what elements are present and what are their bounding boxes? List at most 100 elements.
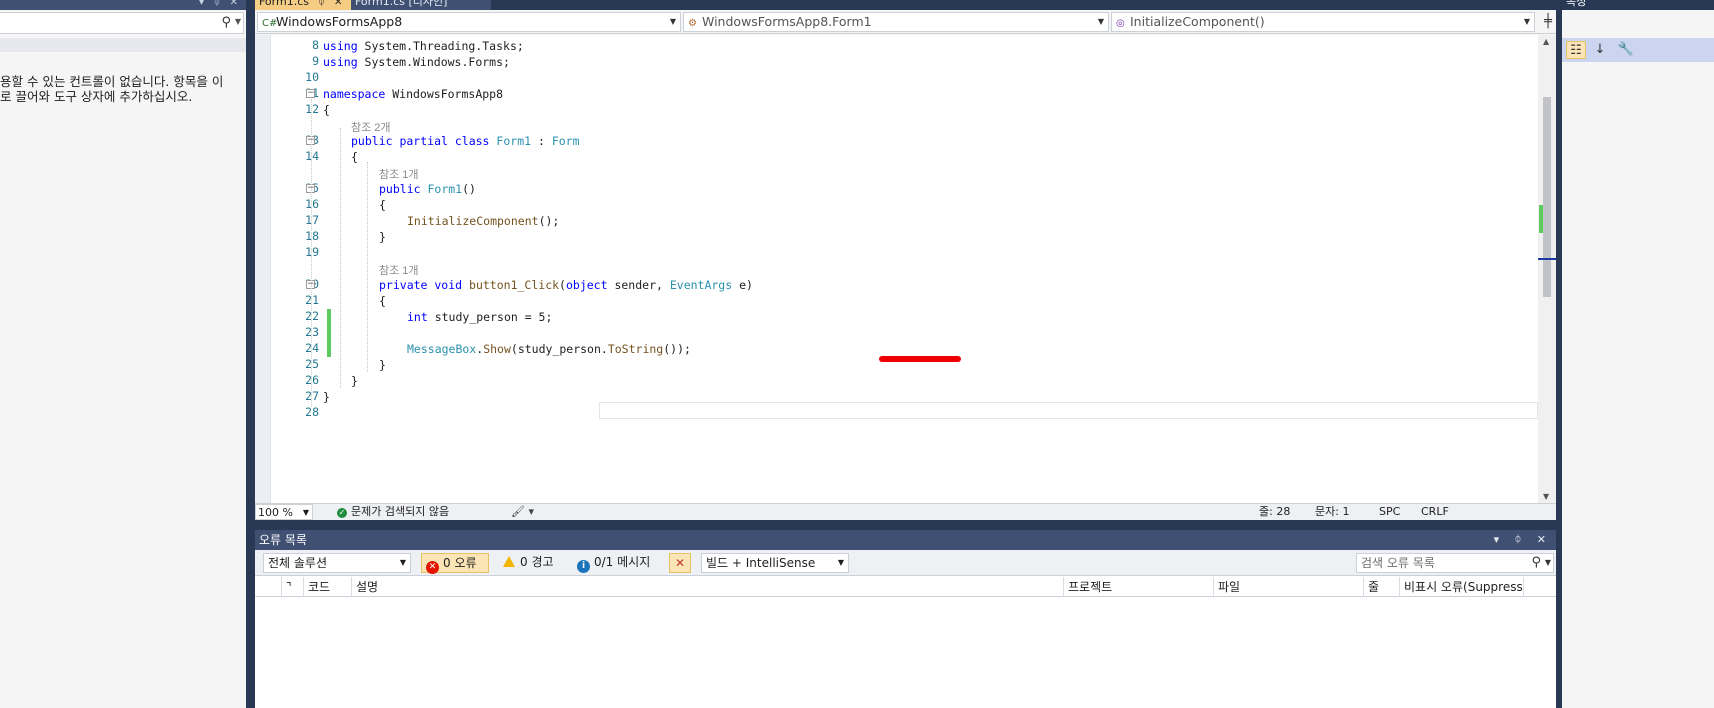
error-search-input[interactable]: 검색 오류 목록 ⚲ ▼ bbox=[1356, 553, 1554, 573]
code-line: using System.Threading.Tasks; bbox=[323, 39, 524, 53]
line-number: 28 bbox=[305, 405, 319, 419]
property-pages-icon[interactable]: 🔧 bbox=[1616, 41, 1636, 59]
code-line: } bbox=[379, 358, 386, 372]
pin-icon[interactable]: ᛰ bbox=[318, 0, 324, 8]
line-number: 19 bbox=[305, 245, 319, 259]
line-number: 17 bbox=[305, 213, 319, 227]
line-number: 22 bbox=[305, 309, 319, 323]
column-code[interactable]: 코드 bbox=[303, 577, 351, 597]
info-icon: i bbox=[577, 560, 590, 573]
check-circle-icon: ✓ bbox=[337, 508, 347, 518]
collapse-icon[interactable]: − bbox=[306, 89, 315, 98]
code-editor-pane: Form1.cs ᛰ ✕ Form1.cs [디자인] C#WindowsFor… bbox=[255, 0, 1556, 520]
search-icon[interactable]: ⚲ bbox=[221, 15, 231, 30]
error-list-panel: 오류 목록 ▾ ᛰ ✕ 전체 솔루션 ▼ ✕ 0 오류 0 경고 i 0/1 메시지… bbox=[255, 530, 1556, 708]
chevron-down-icon[interactable]: ▼ bbox=[1524, 13, 1530, 31]
warnings-filter-button[interactable]: 0 경고 bbox=[499, 553, 561, 573]
scroll-up-icon[interactable]: ▲ bbox=[1543, 37, 1549, 46]
tab-form1-designer[interactable]: Form1.cs [디자인] bbox=[351, 0, 491, 10]
tab-form1-cs[interactable]: Form1.cs ᛰ ✕ bbox=[255, 0, 351, 10]
code-line: InitializeComponent(); bbox=[407, 214, 560, 228]
dropdown-icon[interactable]: ▾ bbox=[199, 0, 204, 8]
scrollbar-thumb[interactable] bbox=[1543, 97, 1551, 297]
column-label: 줄 bbox=[1368, 580, 1380, 594]
code-line: { bbox=[379, 198, 386, 212]
column-label: 비표시 오류(Suppress bbox=[1404, 580, 1523, 594]
toolbox-search-input[interactable]: ⚲ ▼ bbox=[0, 12, 244, 34]
column-suppression[interactable]: 비표시 오류(Suppress bbox=[1399, 577, 1523, 597]
line-number: 14 bbox=[305, 149, 319, 163]
chevron-down-icon[interactable]: ▼ bbox=[400, 554, 406, 572]
codelens-references[interactable]: 참조 1개 bbox=[379, 262, 419, 278]
properties-toolbar: ☷ ↓ 🔧 bbox=[1562, 38, 1714, 62]
warnings-count: 0 경고 bbox=[520, 555, 554, 569]
code-line: } bbox=[351, 374, 358, 388]
line-number: 18 bbox=[305, 229, 319, 243]
search-icon[interactable]: ⚲ bbox=[1531, 554, 1541, 572]
code-line: } bbox=[323, 390, 330, 404]
line-number: 26 bbox=[305, 373, 319, 387]
build-source-dropdown[interactable]: 빌드 + IntelliSense ▼ bbox=[701, 553, 849, 573]
alphabetical-icon[interactable]: ↓ bbox=[1590, 41, 1610, 59]
tab-label: Form1.cs [디자인] bbox=[355, 0, 448, 8]
code-cleanup-icon[interactable]: 🖌 ▾ bbox=[511, 504, 534, 519]
line-number: 12 bbox=[305, 102, 319, 116]
categorized-icon[interactable]: ☷ bbox=[1566, 41, 1586, 59]
member-dropdown[interactable]: ◎ InitializeComponent() ▼ bbox=[1111, 12, 1535, 32]
issues-indicator[interactable]: ✓ 문제가 검색되지 않음 bbox=[337, 504, 449, 519]
column-line[interactable]: 줄 bbox=[1363, 577, 1399, 597]
close-icon[interactable]: ✕ bbox=[230, 0, 238, 8]
toolbox-title-bar: ▾ ᛰ ✕ bbox=[0, 0, 246, 10]
code-line: } bbox=[379, 230, 386, 244]
column-icon[interactable] bbox=[255, 577, 281, 597]
column-sort[interactable]: ⌝ bbox=[281, 577, 303, 597]
line-number: 25 bbox=[305, 357, 319, 371]
zoom-level: 100 % bbox=[258, 506, 293, 519]
panel-window-controls[interactable]: ▾ ᛰ ✕ bbox=[1494, 530, 1552, 550]
tab-label: Form1.cs bbox=[259, 0, 309, 8]
line-number: 10 bbox=[305, 70, 319, 84]
type-dropdown[interactable]: ⚙ WindowsFormsApp8.Form1 ▼ bbox=[683, 12, 1109, 32]
column-file[interactable]: 파일 bbox=[1213, 577, 1363, 597]
vertical-scrollbar[interactable]: ▲ ▼ bbox=[1538, 35, 1556, 503]
toolbox-empty-message: 용할 수 있는 컨트롤이 없습니다. 항목을 이 로 끌어와 도구 상자에 추가… bbox=[0, 74, 224, 104]
filter-toggle-button[interactable]: ✕ bbox=[669, 553, 691, 573]
toolbox-panel: ▾ ᛰ ✕ ⚲ ▼ 용할 수 있는 컨트롤이 없습니다. 항목을 이 로 끌어와… bbox=[0, 0, 246, 708]
panel-title: 오류 목록 bbox=[259, 533, 307, 547]
zoom-dropdown[interactable]: 100 % ▼ bbox=[255, 504, 313, 520]
visual-studio-window: ▾ ᛰ ✕ ⚲ ▼ 용할 수 있는 컨트롤이 없습니다. 항목을 이 로 끌어와… bbox=[0, 0, 1714, 708]
scroll-down-icon[interactable]: ▼ bbox=[1543, 492, 1549, 501]
column-project[interactable]: 프로젝트 bbox=[1063, 577, 1213, 597]
messages-filter-button[interactable]: i 0/1 메시지 bbox=[573, 553, 659, 573]
line-indicator[interactable]: 줄: 28 bbox=[1259, 504, 1290, 519]
split-window-icon[interactable]: ╪ bbox=[1544, 14, 1552, 29]
search-placeholder: 검색 오류 목록 bbox=[1361, 556, 1435, 570]
editor-status-bar: 100 % ▼ ✓ 문제가 검색되지 않음 🖌 ▾ 줄: 28 문자: 1 SPC… bbox=[255, 503, 1556, 520]
warning-icon bbox=[503, 556, 515, 567]
build-source-value: 빌드 + IntelliSense bbox=[706, 556, 816, 570]
chevron-down-icon[interactable]: ▼ bbox=[303, 505, 309, 520]
column-indicator[interactable]: 문자: 1 bbox=[1315, 504, 1349, 519]
whitespace-indicator[interactable]: SPC bbox=[1379, 504, 1400, 519]
chevron-down-icon[interactable]: ▼ bbox=[1098, 13, 1104, 31]
line-ending-indicator[interactable]: CRLF bbox=[1421, 504, 1449, 519]
chevron-down-icon[interactable]: ▼ bbox=[670, 13, 676, 31]
filter-icon: ✕ bbox=[674, 556, 686, 570]
type-name: WindowsFormsApp8.Form1 bbox=[702, 14, 872, 29]
project-dropdown[interactable]: C#WindowsFormsApp8 ▼ bbox=[257, 12, 681, 32]
column-extra bbox=[1523, 577, 1556, 597]
chevron-down-icon[interactable]: ▼ bbox=[1545, 554, 1551, 572]
close-icon[interactable]: ✕ bbox=[334, 0, 342, 8]
codelens-references[interactable]: 참조 1개 bbox=[379, 166, 419, 182]
code-text-area[interactable]: 8 9 10 11 12 13 14 15 16 17 18 19 20 21 … bbox=[255, 35, 1556, 503]
column-description[interactable]: 설명 bbox=[351, 577, 1063, 597]
scope-dropdown[interactable]: 전체 솔루션 ▼ bbox=[263, 553, 411, 573]
code-line: public Form1() bbox=[379, 182, 476, 196]
code-lines: using System.Threading.Tasks; using Syst… bbox=[323, 35, 1538, 503]
code-line: int study_person = 5; bbox=[407, 310, 553, 324]
errors-filter-button[interactable]: ✕ 0 오류 bbox=[421, 553, 489, 574]
pin-icon[interactable]: ᛰ bbox=[214, 0, 220, 8]
chevron-down-icon[interactable]: ▼ bbox=[838, 554, 844, 572]
code-line: public partial class Form1 : Form bbox=[351, 134, 580, 148]
chevron-down-icon[interactable]: ▼ bbox=[235, 17, 241, 26]
